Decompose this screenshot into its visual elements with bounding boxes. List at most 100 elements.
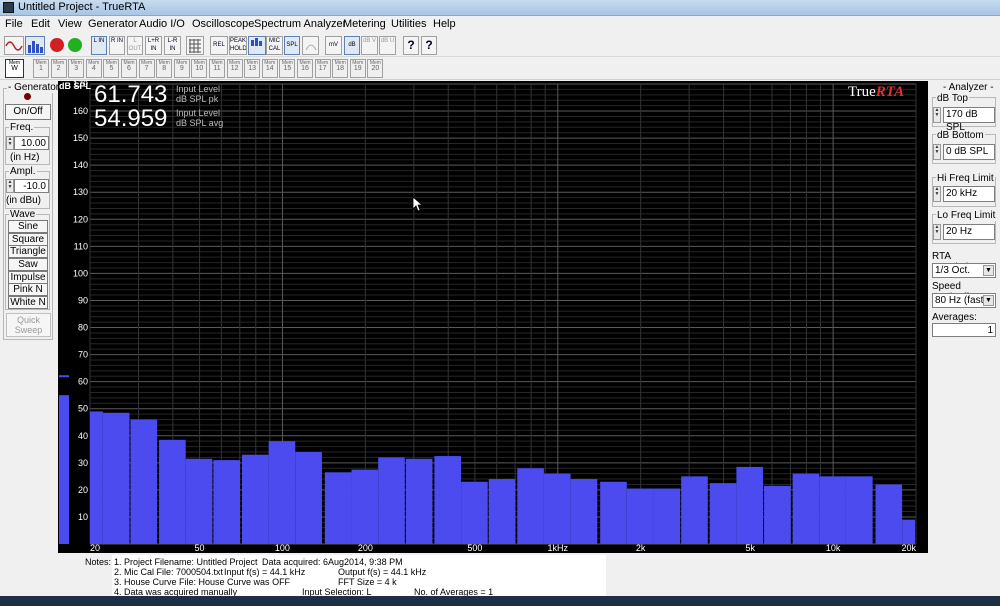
memory-button-8[interactable]: Mem 8 [156,59,173,78]
x-tick-label: 5k [745,543,755,553]
memory-button-20[interactable]: Mem 20 [367,59,384,78]
hi-freq-spinner[interactable]: ▲ ▼ [933,186,941,202]
spectrum-bar [736,466,764,544]
quick-sweep-button[interactable]: Quick Sweep [6,313,51,337]
memory-button-13[interactable]: Mem 13 [244,59,261,78]
hi-freq-input[interactable]: 20 kHz [943,186,995,202]
spectrum-bar [792,473,820,544]
y-tick-label: 20 [78,485,88,495]
freq-input[interactable]: 10.00 [14,136,49,150]
spectrum-view-button[interactable] [25,36,45,55]
db-v-button[interactable]: dB V [361,36,378,55]
y-tick-label: 10 [78,512,88,522]
menu-oscilloscope[interactable]: Oscilloscope [192,18,254,30]
spectrum-bar [845,476,873,544]
sine-wave-icon [5,41,23,51]
spectrum-bar [875,484,903,544]
memory-button-2[interactable]: Mem 2 [50,59,67,78]
title-bar: Untitled Project - TrueRTA [0,0,1000,16]
speed-tradeoff-select[interactable]: 80 Hz (fast) ▼ [932,293,996,308]
signal-button[interactable] [302,36,319,55]
memory-number: 20 [371,65,380,72]
chevron-down-icon[interactable]: ▼ [983,295,994,306]
db-u-button[interactable]: dB U [379,36,396,55]
left-minus-right-input-button[interactable]: L-R IN [164,36,181,55]
mv-button[interactable]: mV [325,36,342,55]
memory-button-15[interactable]: Mem 15 [279,59,296,78]
memory-button-9[interactable]: Mem 9 [173,59,190,78]
lo-freq-input[interactable]: 20 Hz [943,224,995,240]
wave-triangle-button[interactable]: Triangle [8,245,48,258]
db-button[interactable]: dB [344,36,360,55]
wave-sine-button[interactable]: Sine [8,220,48,233]
spectrum-bar [709,483,737,544]
memory-button-19[interactable]: Mem 19 [349,59,366,78]
right-input-button[interactable]: R IN [109,36,125,55]
y-tick-label: 50 [78,404,88,414]
memory-button-10[interactable]: Mem 10 [191,59,208,78]
stop-button[interactable] [49,36,65,55]
memory-number: 17 [318,65,327,72]
memory-button-6[interactable]: Mem 6 [121,59,137,78]
ampl-spinner[interactable]: ▲ ▼ [6,179,14,193]
memory-button-7[interactable]: Mem 7 [138,59,155,78]
wave-saw-button[interactable]: Saw [8,258,48,271]
menu-spectrum-analyzer[interactable]: Spectrum Analyzer [254,18,346,30]
help-button[interactable]: ? [403,36,419,55]
wave-white-noise-button[interactable]: White N [8,296,48,309]
menu-view[interactable]: View [58,18,82,30]
db-top-input[interactable]: 170 dB SPL [943,107,995,133]
chevron-down-icon[interactable]: ▼ [983,265,994,276]
menu-utilities[interactable]: Utilities [391,18,426,30]
menu-metering[interactable]: Metering [343,18,386,30]
memory-number: 9 [179,65,184,72]
menu-help[interactable]: Help [433,18,456,30]
go-button[interactable] [67,36,83,55]
rel-button[interactable]: REL [210,36,228,55]
rta-resolution-select[interactable]: 1/3 Oct. ▼ [932,263,996,278]
left-input-button[interactable]: L IN [91,36,107,55]
main-toolbar: L IN R IN L OUT L+R IN L-R IN REL PEAK H… [0,34,1000,57]
menu-generator[interactable]: Generator [88,18,138,30]
y-axis-title: dB SPL [59,81,92,91]
memory-button-5[interactable]: Mem 5 [103,59,120,78]
ampl-input[interactable]: -10.0 [14,179,49,193]
mic-cal-label-button[interactable]: MIC CAL [266,36,283,55]
menu-file[interactable]: File [5,18,23,30]
context-help-button[interactable]: ? [421,36,437,55]
spl-button[interactable]: SPL [284,36,300,55]
memory-button-18[interactable]: Mem 18 [332,59,349,78]
left-output-button[interactable]: L OUT [127,36,143,55]
memory-button-11[interactable]: Mem 11 [209,59,225,78]
averages-input[interactable]: 1 [932,323,996,337]
menu-audio-io[interactable]: Audio I/O [139,18,185,30]
memory-button-3[interactable]: Mem 3 [68,59,85,78]
ampl-unit: (in dBu) [6,195,42,206]
notes-label: Notes: [85,557,112,567]
memory-button-12[interactable]: Mem 12 [226,59,243,78]
memory-button-w[interactable]: Mem W [5,59,24,78]
memory-button-14[interactable]: Mem 14 [261,59,278,78]
db-top-spinner[interactable]: ▲ ▼ [933,107,941,123]
memory-number: 15 [283,65,292,72]
peak-level-label-1: Input Level [176,84,221,94]
peak-hold-button[interactable]: PEAK HOLD [229,36,247,55]
db-bottom-input[interactable]: 0 dB SPL [943,144,995,160]
waveform-view-button[interactable] [4,36,24,55]
memory-button-1[interactable]: Mem 1 [33,59,49,78]
freq-spinner[interactable]: ▲ ▼ [6,136,14,150]
memory-button-16[interactable]: Mem 16 [297,59,313,78]
grid-button[interactable] [186,36,204,55]
wave-pink-noise-button[interactable]: Pink N [8,283,48,296]
menu-edit[interactable]: Edit [31,18,50,30]
left-right-input-button[interactable]: L+R IN [145,36,162,55]
wave-label: Wave [9,209,37,220]
on-off-button[interactable]: On/Off [5,104,51,120]
spectrum-bar [241,454,269,544]
memory-button-17[interactable]: Mem 17 [314,59,331,78]
y-tick-label: 140 [73,160,88,170]
mic-cal-button[interactable] [248,36,266,55]
lo-freq-spinner[interactable]: ▲ ▼ [933,224,941,240]
db-bottom-spinner[interactable]: ▲ ▼ [933,144,941,160]
memory-button-4[interactable]: Mem 4 [85,59,102,78]
